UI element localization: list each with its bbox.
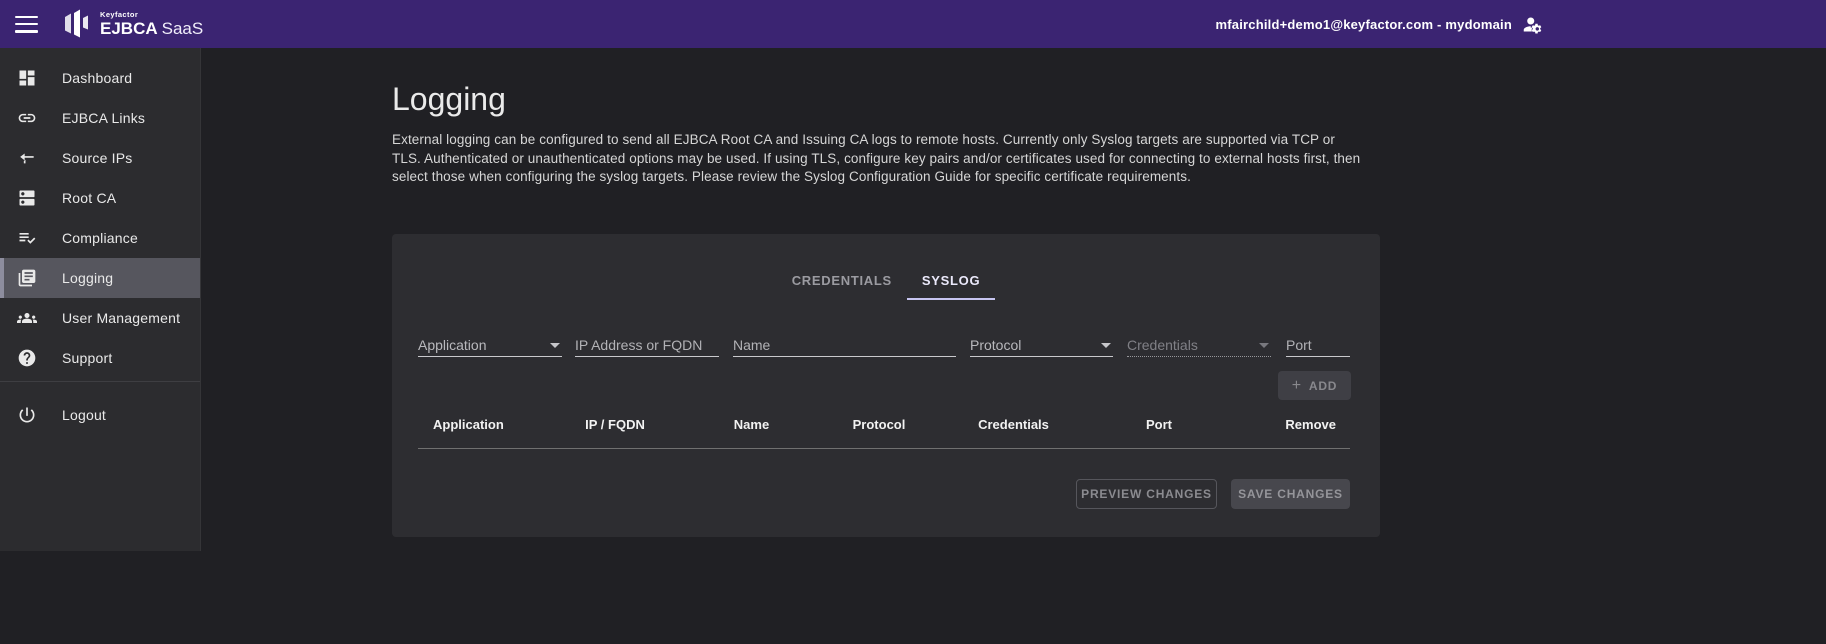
add-button[interactable]: + ADD bbox=[1278, 371, 1351, 400]
library-books-icon bbox=[17, 268, 37, 288]
brand-keyfactor-label: Keyfactor bbox=[100, 11, 203, 19]
tab-credentials[interactable]: CREDENTIALS bbox=[777, 264, 907, 300]
sidebar-item-label: User Management bbox=[62, 310, 180, 326]
column-header-application: Application bbox=[418, 417, 542, 437]
sidebar-item-ejbca-links[interactable]: EJBCA Links bbox=[0, 98, 200, 138]
page-description: External logging can be configured to se… bbox=[392, 131, 1367, 187]
chevron-down-icon bbox=[1101, 343, 1111, 348]
brand-product-name: EJBCA bbox=[100, 19, 158, 38]
dns-icon bbox=[17, 188, 37, 208]
sidebar-item-label: Compliance bbox=[62, 230, 138, 246]
sidebar-item-label: EJBCA Links bbox=[62, 110, 145, 126]
sidebar-item-label: Source IPs bbox=[62, 150, 132, 166]
ip-fqdn-field[interactable] bbox=[575, 334, 719, 357]
sidebar-item-logout[interactable]: Logout bbox=[0, 395, 200, 435]
column-header-remove: Remove bbox=[1234, 417, 1350, 437]
sidebar-item-dashboard[interactable]: Dashboard bbox=[0, 58, 200, 98]
sidebar-item-source-ips[interactable]: Source IPs bbox=[0, 138, 200, 178]
ip-fqdn-input[interactable] bbox=[575, 334, 719, 356]
sidebar-item-label: Dashboard bbox=[62, 70, 132, 86]
dashboard-icon bbox=[17, 68, 37, 88]
tab-bar: CREDENTIALS SYSLOG bbox=[392, 264, 1380, 300]
sidebar-item-logging[interactable]: Logging bbox=[0, 258, 200, 298]
save-changes-button[interactable]: SAVE CHANGES bbox=[1231, 479, 1350, 509]
sidebar-item-support[interactable]: Support bbox=[0, 338, 200, 378]
user-account-label: mfairchild+demo1@keyfactor.com - mydomai… bbox=[1216, 17, 1513, 32]
topbar: Keyfactor EJBCASaaS mfairchild+demo1@key… bbox=[0, 0, 1826, 48]
playlist-check-icon bbox=[17, 228, 37, 248]
add-button-label: ADD bbox=[1309, 379, 1337, 393]
sidebar-item-root-ca[interactable]: Root CA bbox=[0, 178, 200, 218]
app-window: Keyfactor EJBCASaaS mfairchild+demo1@key… bbox=[0, 0, 1826, 644]
sidebar-item-label: Logging bbox=[62, 270, 113, 286]
chevron-down-icon bbox=[550, 343, 560, 348]
groups-icon bbox=[17, 308, 37, 328]
column-header-protocol: Protocol bbox=[815, 417, 943, 437]
credentials-select: Credentials bbox=[1127, 334, 1271, 357]
sidebar: Dashboard EJBCA Links Source IPs Root CA… bbox=[0, 48, 201, 551]
merge-arrow-icon bbox=[17, 148, 37, 168]
protocol-select-label: Protocol bbox=[970, 337, 1021, 353]
menu-hamburger-icon[interactable] bbox=[15, 16, 38, 33]
help-icon bbox=[17, 348, 37, 368]
power-icon bbox=[17, 405, 37, 425]
column-header-port: Port bbox=[1084, 417, 1234, 437]
brand-product-suffix: SaaS bbox=[162, 19, 204, 38]
column-header-ip-fqdn: IP / FQDN bbox=[542, 417, 688, 437]
protocol-select[interactable]: Protocol bbox=[970, 334, 1113, 357]
column-header-name: Name bbox=[688, 417, 815, 437]
name-input[interactable] bbox=[733, 334, 956, 356]
brand-logo: Keyfactor EJBCASaaS bbox=[62, 8, 203, 40]
user-account-block[interactable]: mfairchild+demo1@keyfactor.com - mydomai… bbox=[1216, 0, 1544, 48]
port-input[interactable] bbox=[1286, 334, 1350, 356]
plus-icon: + bbox=[1292, 378, 1302, 394]
chevron-down-icon bbox=[1259, 343, 1269, 348]
sidebar-item-label: Logout bbox=[62, 407, 106, 423]
application-select-label: Application bbox=[418, 337, 487, 353]
application-select[interactable]: Application bbox=[418, 334, 562, 357]
table-header-divider bbox=[418, 448, 1350, 449]
syslog-table-header: Application IP / FQDN Name Protocol Cred… bbox=[418, 417, 1350, 437]
sidebar-divider bbox=[0, 381, 200, 382]
sidebar-item-label: Root CA bbox=[62, 190, 116, 206]
sidebar-item-label: Support bbox=[62, 350, 112, 366]
port-field[interactable] bbox=[1286, 334, 1350, 357]
credentials-select-label: Credentials bbox=[1127, 337, 1198, 353]
card-actions: PREVIEW CHANGES SAVE CHANGES bbox=[1076, 479, 1350, 509]
name-field[interactable] bbox=[733, 334, 956, 357]
sidebar-item-user-management[interactable]: User Management bbox=[0, 298, 200, 338]
link-icon bbox=[17, 108, 37, 128]
syslog-card: CREDENTIALS SYSLOG Application Protocol … bbox=[392, 234, 1380, 537]
column-header-credentials: Credentials bbox=[943, 417, 1084, 437]
tab-syslog[interactable]: SYSLOG bbox=[907, 264, 995, 300]
page-title: Logging bbox=[392, 80, 506, 118]
preview-changes-button[interactable]: PREVIEW CHANGES bbox=[1076, 479, 1217, 509]
brand-text: Keyfactor EJBCASaaS bbox=[100, 11, 203, 38]
sidebar-item-compliance[interactable]: Compliance bbox=[0, 218, 200, 258]
keyfactor-bars-icon bbox=[62, 8, 92, 40]
manage-account-icon[interactable] bbox=[1522, 14, 1543, 35]
